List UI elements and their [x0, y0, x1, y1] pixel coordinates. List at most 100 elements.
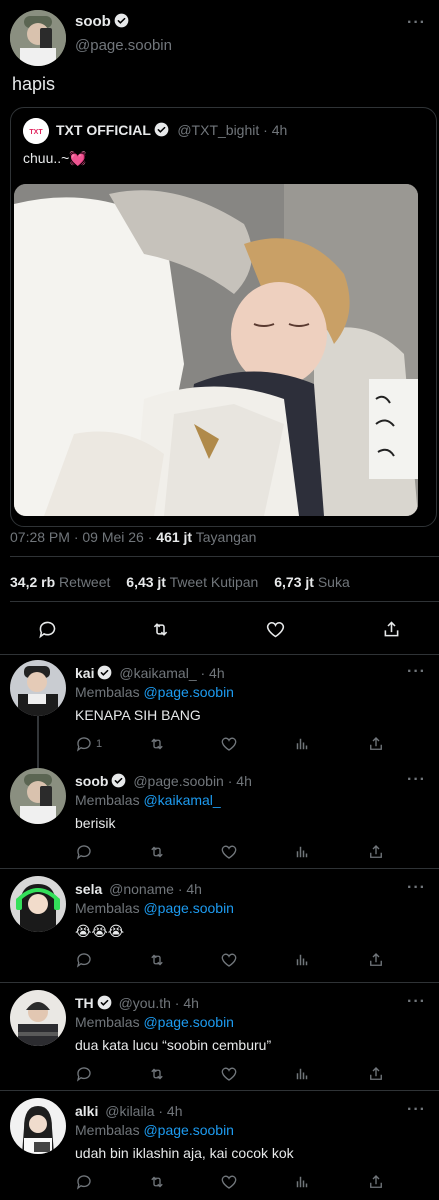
views-icon[interactable] [293, 735, 311, 753]
reply-icon[interactable] [75, 1173, 96, 1191]
views-icon[interactable] [293, 1065, 311, 1083]
views-icon[interactable] [293, 843, 311, 861]
quoted-avatar: TXT [23, 118, 49, 144]
tweet-timestamp[interactable]: 07:28 PM · 09 Mei 26 · [10, 529, 156, 545]
views-count: 461 jt [156, 529, 193, 545]
replying-to: Membalas @page.soobin [75, 1122, 234, 1138]
reply-avatar[interactable] [10, 1098, 66, 1154]
tweet-photo[interactable] [14, 184, 418, 516]
replying-to: Membalas @page.soobin [75, 1014, 234, 1030]
like-icon[interactable] [220, 1173, 238, 1191]
likes-count: 6,73 jt [274, 574, 314, 590]
more-options-icon[interactable]: ··· [407, 771, 426, 789]
reply-display-name[interactable]: sela [75, 881, 102, 897]
retweets-stat[interactable]: 34,2 rb Retweet [10, 574, 110, 590]
retweet-icon[interactable] [150, 619, 171, 640]
replying-to-prefix: Membalas [75, 1122, 144, 1138]
retweets-count: 34,2 rb [10, 574, 56, 590]
reply-handle[interactable]: @kaikamal_ · 4h [119, 665, 224, 681]
reply-display-name[interactable]: alki [75, 1103, 98, 1119]
tweet-text: hapis [12, 74, 56, 94]
reply-text: KENAPA SIH BANG [75, 707, 201, 723]
reply-icon[interactable] [37, 619, 58, 640]
retweet-icon[interactable] [148, 1173, 166, 1191]
reply-handle[interactable]: @page.soobin · 4h [133, 773, 252, 789]
like-icon[interactable] [220, 951, 238, 969]
reply-avatar[interactable] [10, 660, 66, 716]
reply-text: berisik [75, 815, 116, 831]
handle[interactable]: @page.soobin [75, 37, 172, 54]
verified-badge-icon [97, 995, 112, 1010]
thread-line [37, 716, 39, 768]
share-icon[interactable] [367, 1065, 385, 1083]
reply-icon[interactable] [75, 951, 96, 969]
like-icon[interactable] [220, 735, 238, 753]
replying-to-link[interactable]: @page.soobin [143, 900, 234, 916]
share-icon[interactable] [367, 735, 385, 753]
divider [0, 982, 439, 983]
display-name[interactable]: soob [75, 13, 111, 30]
reply-handle[interactable]: @kilaila · 4h [105, 1103, 182, 1119]
reply-avatar[interactable] [10, 768, 66, 824]
reply-icon[interactable] [75, 1065, 96, 1083]
divider [0, 1090, 439, 1091]
views-icon[interactable] [293, 951, 311, 969]
reply-display-name[interactable]: TH [75, 995, 94, 1011]
verified-badge-icon [154, 122, 169, 137]
likes-label: Suka [313, 574, 350, 590]
reply-avatar[interactable] [10, 876, 66, 932]
quoted-tweet-card[interactable]: TXT TXT OFFICIAL @TXT_bighit · 4h chuu..… [10, 107, 437, 527]
reply-text: dua kata lucu “soobin cemburu” [75, 1037, 272, 1053]
more-options-icon[interactable]: ··· [407, 14, 426, 32]
reply-count: 1 [96, 738, 103, 750]
quotes-label: Tweet Kutipan [165, 574, 259, 590]
more-options-icon[interactable]: ··· [407, 663, 426, 681]
replying-to-prefix: Membalas [75, 900, 144, 916]
like-icon[interactable] [220, 843, 238, 861]
likes-stat[interactable]: 6,73 jt Suka [274, 574, 350, 590]
reply-text: udah bin iklashin aja, kai cocok kok [75, 1145, 294, 1161]
avatar[interactable] [10, 10, 66, 66]
reply-handle[interactable]: @noname · 4h [109, 881, 202, 897]
divider [0, 868, 439, 869]
quoted-display-name: TXT OFFICIAL [56, 122, 151, 138]
retweet-icon[interactable] [148, 1065, 166, 1083]
replying-to: Membalas @kaikamal_ [75, 792, 221, 808]
reply-text: 😭😭😭 [75, 923, 125, 939]
verified-badge-icon [114, 13, 129, 28]
share-icon[interactable] [367, 843, 385, 861]
verified-badge-icon [112, 773, 126, 788]
retweet-icon[interactable] [148, 951, 166, 969]
more-options-icon[interactable]: ··· [407, 993, 426, 1011]
quotes-count: 6,43 jt [126, 574, 166, 590]
quotes-stat[interactable]: 6,43 jt Tweet Kutipan [126, 574, 258, 590]
replying-to-link[interactable]: @page.soobin [143, 1122, 234, 1138]
like-icon[interactable] [220, 1065, 238, 1083]
replying-to-link[interactable]: @page.soobin [143, 684, 234, 700]
reply-icon[interactable]: 1 [75, 735, 102, 753]
verified-badge-icon [98, 665, 112, 680]
reply-icon[interactable] [75, 843, 96, 861]
replying-to-prefix: Membalas [75, 1014, 144, 1030]
more-options-icon[interactable]: ··· [407, 879, 426, 897]
reply-display-name[interactable]: kai [75, 665, 94, 681]
replying-to-link[interactable]: @page.soobin [143, 1014, 234, 1030]
replying-to-prefix: Membalas [75, 684, 144, 700]
retweets-label: Retweet [55, 574, 111, 590]
share-icon[interactable] [367, 951, 385, 969]
reply-handle[interactable]: @you.th · 4h [119, 995, 199, 1011]
share-icon[interactable] [367, 1173, 385, 1191]
share-icon[interactable] [381, 619, 402, 640]
replying-to-prefix: Membalas [75, 792, 144, 808]
more-options-icon[interactable]: ··· [407, 1101, 426, 1119]
retweet-icon[interactable] [148, 843, 166, 861]
reply-avatar[interactable] [10, 990, 66, 1046]
svg-text:TXT: TXT [29, 129, 43, 136]
quoted-handle: @TXT_bighit · 4h [177, 122, 288, 138]
views-icon[interactable] [293, 1173, 311, 1191]
retweet-icon[interactable] [148, 735, 166, 753]
views-label: Tayangan [192, 529, 257, 545]
replying-to-link[interactable]: @kaikamal_ [143, 792, 220, 808]
like-icon[interactable] [265, 619, 286, 640]
reply-display-name[interactable]: soob [75, 773, 108, 789]
